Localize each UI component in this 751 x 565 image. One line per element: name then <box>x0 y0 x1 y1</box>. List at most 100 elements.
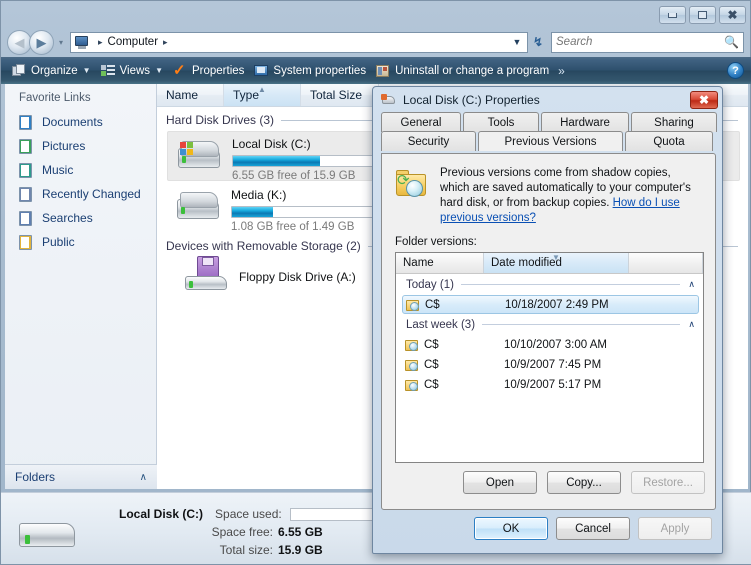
status-total-size-value: 15.9 GB <box>278 543 323 557</box>
uninstall-label: Uninstall or change a program <box>395 64 550 77</box>
folder-versions-list[interactable]: Name ▼ Date modified Today (1) ∧ C$ 10/18/200… <box>395 252 704 463</box>
close-icon: ✖ <box>698 92 710 107</box>
cancel-button[interactable]: Cancel <box>556 517 630 540</box>
open-button[interactable]: Open <box>463 471 537 494</box>
minimize-button[interactable] <box>659 6 686 24</box>
previous-versions-icon: ⟳ <box>394 168 430 202</box>
tab-general[interactable]: General <box>381 112 461 132</box>
tab-label: Quota <box>653 135 685 148</box>
chevron-up-icon[interactable]: ∧ <box>688 279 695 290</box>
address-dropdown-icon[interactable]: ▼ <box>509 37 525 47</box>
tab-label: Previous Versions <box>504 135 597 148</box>
floppy-disk-icon <box>183 254 231 298</box>
version-folder-icon <box>404 358 420 372</box>
recently-changed-icon <box>18 186 34 202</box>
sidebar-item-pictures[interactable]: Pictures <box>5 134 156 158</box>
version-name: C$ <box>425 298 440 311</box>
tab-hardware[interactable]: Hardware <box>541 112 629 132</box>
drive-capacity-text: 1.08 GB free of 1.49 GB <box>231 221 355 233</box>
versions-list-body: Today (1) ∧ C$ 10/18/2007 2:49 PM Last week … <box>396 274 703 395</box>
drive-usage-bar <box>232 155 382 167</box>
sidebar-item-searches[interactable]: Searches <box>5 206 156 230</box>
button-label: Apply <box>660 522 690 535</box>
drive-properties-icon <box>381 93 397 107</box>
hard-disk-system-icon <box>176 136 224 180</box>
version-row[interactable]: C$ 10/10/2007 3:00 AM <box>396 335 703 355</box>
dialog-titlebar[interactable]: Local Disk (C:) Properties ✖ <box>373 87 722 112</box>
version-action-buttons: Open Copy... Restore... <box>382 471 717 494</box>
programs-icon <box>376 64 391 78</box>
documents-icon <box>18 114 34 130</box>
sidebar-item-music[interactable]: Music <box>5 158 156 182</box>
version-row[interactable]: C$ 10/18/2007 2:49 PM <box>402 295 699 314</box>
group-header-label: Devices with Removable Storage (2) <box>166 239 361 253</box>
sidebar-item-label: Documents <box>42 115 103 129</box>
versions-column-header-blank[interactable] <box>629 253 703 273</box>
column-header-type[interactable]: ▲ Type <box>224 84 301 106</box>
uninstall-program-button[interactable]: Uninstall or change a program <box>371 60 554 82</box>
sidebar-item-label: Public <box>42 235 75 249</box>
organize-button[interactable]: Organize ▼ <box>7 60 96 82</box>
versions-column-header-date-modified[interactable]: ▼ Date modified <box>484 253 629 273</box>
tab-quota[interactable]: Quota <box>625 131 713 151</box>
system-properties-button[interactable]: System properties <box>249 60 371 82</box>
navigation-sidebar: Favorite Links Documents Pictures Music Rec… <box>5 84 157 489</box>
tab-label: Security <box>407 135 450 148</box>
help-button[interactable]: ? <box>727 62 744 79</box>
folders-pane-toggle[interactable]: Folders ∧ <box>5 464 157 489</box>
dialog-action-buttons: OK Cancel Apply <box>378 517 719 540</box>
back-arrow-icon: ◀ <box>14 34 25 50</box>
drive-info: Local Disk (C:) 6.55 GB free of 15.9 GB <box>232 136 382 182</box>
copy-button[interactable]: Copy... <box>547 471 621 494</box>
drive-name: Local Disk (C:) <box>232 137 311 151</box>
pictures-icon <box>18 138 34 154</box>
status-total-size-label: Total size: <box>219 543 273 557</box>
address-input[interactable]: ▸ Computer ▸ ▼ <box>70 31 528 53</box>
tab-security[interactable]: Security <box>381 131 476 151</box>
searches-icon <box>18 210 34 226</box>
ok-button[interactable]: OK <box>474 517 548 540</box>
windows-logo-icon <box>180 142 194 156</box>
restore-button[interactable] <box>689 6 716 24</box>
forward-button[interactable]: ▶ <box>29 29 54 55</box>
tab-sharing[interactable]: Sharing <box>631 112 717 132</box>
apply-button: Apply <box>638 517 712 540</box>
sidebar-item-recently-changed[interactable]: Recently Changed <box>5 182 156 206</box>
breadcrumb-separator-2[interactable]: ▸ <box>163 37 168 48</box>
dialog-body: General Tools Hardware Sharing Security Prev… <box>378 112 719 550</box>
search-input[interactable] <box>556 36 725 48</box>
views-button[interactable]: Views ▼ <box>96 60 168 82</box>
drive-name: Floppy Disk Drive (A:) <box>239 269 356 284</box>
sidebar-item-public[interactable]: Public <box>5 230 156 254</box>
version-row[interactable]: C$ 10/9/2007 7:45 PM <box>396 355 703 375</box>
folders-label: Folders <box>15 470 56 484</box>
overflow-chevrons-icon[interactable]: » <box>554 64 569 78</box>
tab-row-1: General Tools Hardware Sharing <box>381 112 719 132</box>
column-header-total-size[interactable]: Total Size <box>301 84 379 106</box>
hard-disk-icon <box>15 515 79 555</box>
history-dropdown-button[interactable]: ▾ <box>54 38 68 47</box>
versions-group-header[interactable]: Today (1) ∧ <box>396 274 703 295</box>
versions-column-headers: Name ▼ Date modified <box>396 253 703 274</box>
sidebar-item-documents[interactable]: Documents <box>5 110 156 134</box>
version-row[interactable]: C$ 10/9/2007 5:17 PM <box>396 375 703 395</box>
search-box[interactable]: 🔍 <box>551 31 744 53</box>
command-bar: Organize ▼ Views ▼ ✓ Properties System p… <box>1 57 751 84</box>
close-button[interactable]: ✖ <box>719 6 746 24</box>
tab-previous-versions[interactable]: Previous Versions <box>478 131 623 151</box>
properties-button[interactable]: ✓ Properties <box>168 60 249 82</box>
breadcrumb-computer[interactable]: Computer <box>108 36 159 48</box>
version-folder-icon <box>405 298 421 312</box>
versions-column-header-name[interactable]: Name <box>396 253 484 273</box>
dialog-close-button[interactable]: ✖ <box>690 90 718 109</box>
drive-capacity-text: 6.55 GB free of 15.9 GB <box>232 170 356 182</box>
dialog-title: Local Disk (C:) Properties <box>403 92 540 107</box>
column-header-name[interactable]: Name <box>157 84 224 106</box>
search-icon[interactable]: 🔍 <box>724 35 739 49</box>
refresh-button[interactable]: ↯ <box>528 35 548 49</box>
chevron-up-icon[interactable]: ∧ <box>688 319 695 330</box>
sidebar-item-label: Recently Changed <box>42 187 141 201</box>
chevron-down-icon: ▼ <box>82 66 91 75</box>
versions-group-header[interactable]: Last week (3) ∧ <box>396 314 703 335</box>
tab-tools[interactable]: Tools <box>463 112 539 132</box>
